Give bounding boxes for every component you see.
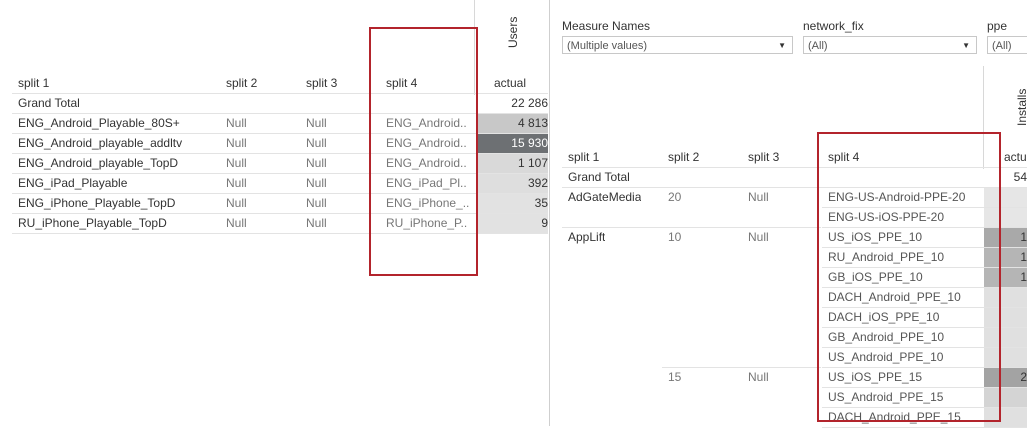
right-row-split4[interactable]: US_Android_PPE_15 xyxy=(828,388,988,407)
right-row-split4[interactable]: US_iOS_PPE_15 xyxy=(828,368,988,387)
left-row-split2[interactable]: Null xyxy=(226,114,247,133)
left-row-split3[interactable]: Null xyxy=(306,214,327,233)
left-header-split2[interactable]: split 2 xyxy=(226,74,257,93)
right-row-value-cell[interactable]: 1 xyxy=(984,248,1027,267)
left-row-split4[interactable]: ENG_iPhone_.. xyxy=(386,194,472,213)
left-header-line xyxy=(12,93,548,94)
left-row-split3[interactable]: Null xyxy=(306,154,327,173)
left-row-split3[interactable]: Null xyxy=(306,194,327,213)
left-row-split2[interactable]: Null xyxy=(226,194,247,213)
left-row-split3[interactable]: Null xyxy=(306,134,327,153)
left-header-actual[interactable]: actual xyxy=(494,74,526,93)
right-row-split4[interactable]: GB_Android_PPE_10 xyxy=(828,328,988,347)
right-row-value-cell[interactable] xyxy=(984,408,1027,427)
right-row-split4[interactable]: ENG-US-Android-PPE-20 xyxy=(828,188,988,207)
right-measure-divider xyxy=(983,66,984,169)
left-row-value-cell[interactable]: 35 xyxy=(478,194,548,213)
filter-label-ppe: ppe xyxy=(987,19,1008,33)
filter-value-ppe: (All) xyxy=(992,40,1012,52)
filter-dropdown-network-fix[interactable]: (All) ▼ xyxy=(803,36,977,54)
left-row-value-cell[interactable]: 4 813 xyxy=(478,114,548,133)
right-row-value-cell[interactable]: 2 xyxy=(984,368,1027,387)
chevron-down-icon: ▼ xyxy=(962,41,970,50)
chevron-down-icon: ▼ xyxy=(778,41,786,50)
left-row-split4[interactable]: ENG_Android.. xyxy=(386,154,472,173)
right-row-value-cell[interactable] xyxy=(984,348,1027,367)
left-row-value-cell[interactable]: 9 xyxy=(478,214,548,233)
right-group-split1[interactable]: AppLift xyxy=(568,228,605,247)
left-row-split4[interactable]: ENG_Android.. xyxy=(386,114,472,133)
left-measure-divider xyxy=(474,0,475,95)
right-row-split4[interactable]: DACH_Android_PPE_10 xyxy=(828,288,988,307)
right-header-split3[interactable]: split 3 xyxy=(748,148,779,167)
left-row-split1[interactable]: RU_iPhone_Playable_TopD xyxy=(18,214,218,233)
right-row-value-cell[interactable] xyxy=(984,328,1027,347)
panel-separator xyxy=(549,0,550,426)
filter-label-measure-names: Measure Names xyxy=(562,19,651,33)
left-measure-label[interactable]: Users xyxy=(506,17,520,48)
filter-value-network-fix: (All) xyxy=(808,40,828,52)
left-row-split3[interactable]: Null xyxy=(306,174,327,193)
right-row-split4[interactable]: GB_iOS_PPE_10 xyxy=(828,268,988,287)
right-group-split3[interactable]: Null xyxy=(748,368,769,387)
right-grand-total-label: Grand Total xyxy=(568,170,630,184)
right-group-split2[interactable]: 10 xyxy=(668,228,681,247)
left-row-value-cell[interactable]: 392 xyxy=(478,174,548,193)
right-header-line xyxy=(562,167,1027,168)
left-row-value-cell[interactable]: 15 930 xyxy=(478,134,548,153)
left-row-value-cell[interactable]: 1 107 xyxy=(478,154,548,173)
right-row-value-cell[interactable] xyxy=(984,188,1027,207)
left-row-line xyxy=(12,233,548,234)
right-group-split3[interactable]: Null xyxy=(748,188,769,207)
left-header-split4[interactable]: split 4 xyxy=(386,74,417,93)
right-row-split4[interactable]: RU_Android_PPE_10 xyxy=(828,248,988,267)
right-row-split4[interactable]: DACH_Android_PPE_15 xyxy=(828,408,988,427)
right-grand-total-value[interactable]: 54 xyxy=(990,168,1027,187)
right-row-split4[interactable]: US_Android_PPE_10 xyxy=(828,348,988,367)
left-row-split2[interactable]: Null xyxy=(226,134,247,153)
left-grand-total-label: Grand Total xyxy=(18,96,80,110)
left-row-split1[interactable]: ENG_Android_Playable_80S+ xyxy=(18,114,218,133)
right-group-split2[interactable]: 15 xyxy=(668,368,681,387)
left-row-split4[interactable]: ENG_Android.. xyxy=(386,134,472,153)
left-row-split1[interactable]: ENG_iPad_Playable xyxy=(18,174,218,193)
left-row-split1[interactable]: ENG_Android_playable_TopD xyxy=(18,154,218,173)
right-header-split1[interactable]: split 1 xyxy=(568,148,599,167)
right-row-split4[interactable]: DACH_iOS_PPE_10 xyxy=(828,308,988,327)
right-row-value-cell[interactable]: 1 xyxy=(984,268,1027,287)
left-row-split1[interactable]: ENG_iPhone_Playable_TopD xyxy=(18,194,218,213)
left-header-split3[interactable]: split 3 xyxy=(306,74,337,93)
filter-value-measure-names: (Multiple values) xyxy=(567,40,648,52)
right-row-split4[interactable]: ENG-US-iOS-PPE-20 xyxy=(828,208,988,227)
right-row-value-cell[interactable] xyxy=(984,388,1027,407)
right-header-split4[interactable]: split 4 xyxy=(828,148,859,167)
left-row-split2[interactable]: Null xyxy=(226,214,247,233)
right-header-actual[interactable]: actu xyxy=(1004,148,1027,167)
right-row-value-cell[interactable] xyxy=(984,208,1027,227)
left-row-split4[interactable]: ENG_iPad_Pl.. xyxy=(386,174,472,193)
left-grand-total-value[interactable]: 22 286 xyxy=(478,94,548,113)
right-measure-label[interactable]: Installs xyxy=(1015,89,1027,126)
right-group-split1[interactable]: AdGateMedia xyxy=(568,188,641,207)
right-row-value-cell[interactable]: 1 xyxy=(984,228,1027,247)
filter-label-network-fix: network_fix xyxy=(803,19,864,33)
left-row-split4[interactable]: RU_iPhone_P.. xyxy=(386,214,472,233)
right-row-value-cell[interactable] xyxy=(984,288,1027,307)
left-header-split1[interactable]: split 1 xyxy=(18,74,49,93)
left-row-split3[interactable]: Null xyxy=(306,114,327,133)
filter-dropdown-measure-names[interactable]: (Multiple values) ▼ xyxy=(562,36,793,54)
right-group-split2[interactable]: 20 xyxy=(668,188,681,207)
right-group-line xyxy=(562,227,821,228)
right-group-line xyxy=(662,367,821,368)
right-group-split3[interactable]: Null xyxy=(748,228,769,247)
left-row-split1[interactable]: ENG_Android_playable_addltv xyxy=(18,134,218,153)
left-row-split2[interactable]: Null xyxy=(226,174,247,193)
left-row-split2[interactable]: Null xyxy=(226,154,247,173)
right-row-value-cell[interactable] xyxy=(984,308,1027,327)
right-header-split2[interactable]: split 2 xyxy=(668,148,699,167)
right-row-split4[interactable]: US_iOS_PPE_10 xyxy=(828,228,988,247)
filter-dropdown-ppe[interactable]: (All) xyxy=(987,36,1027,54)
